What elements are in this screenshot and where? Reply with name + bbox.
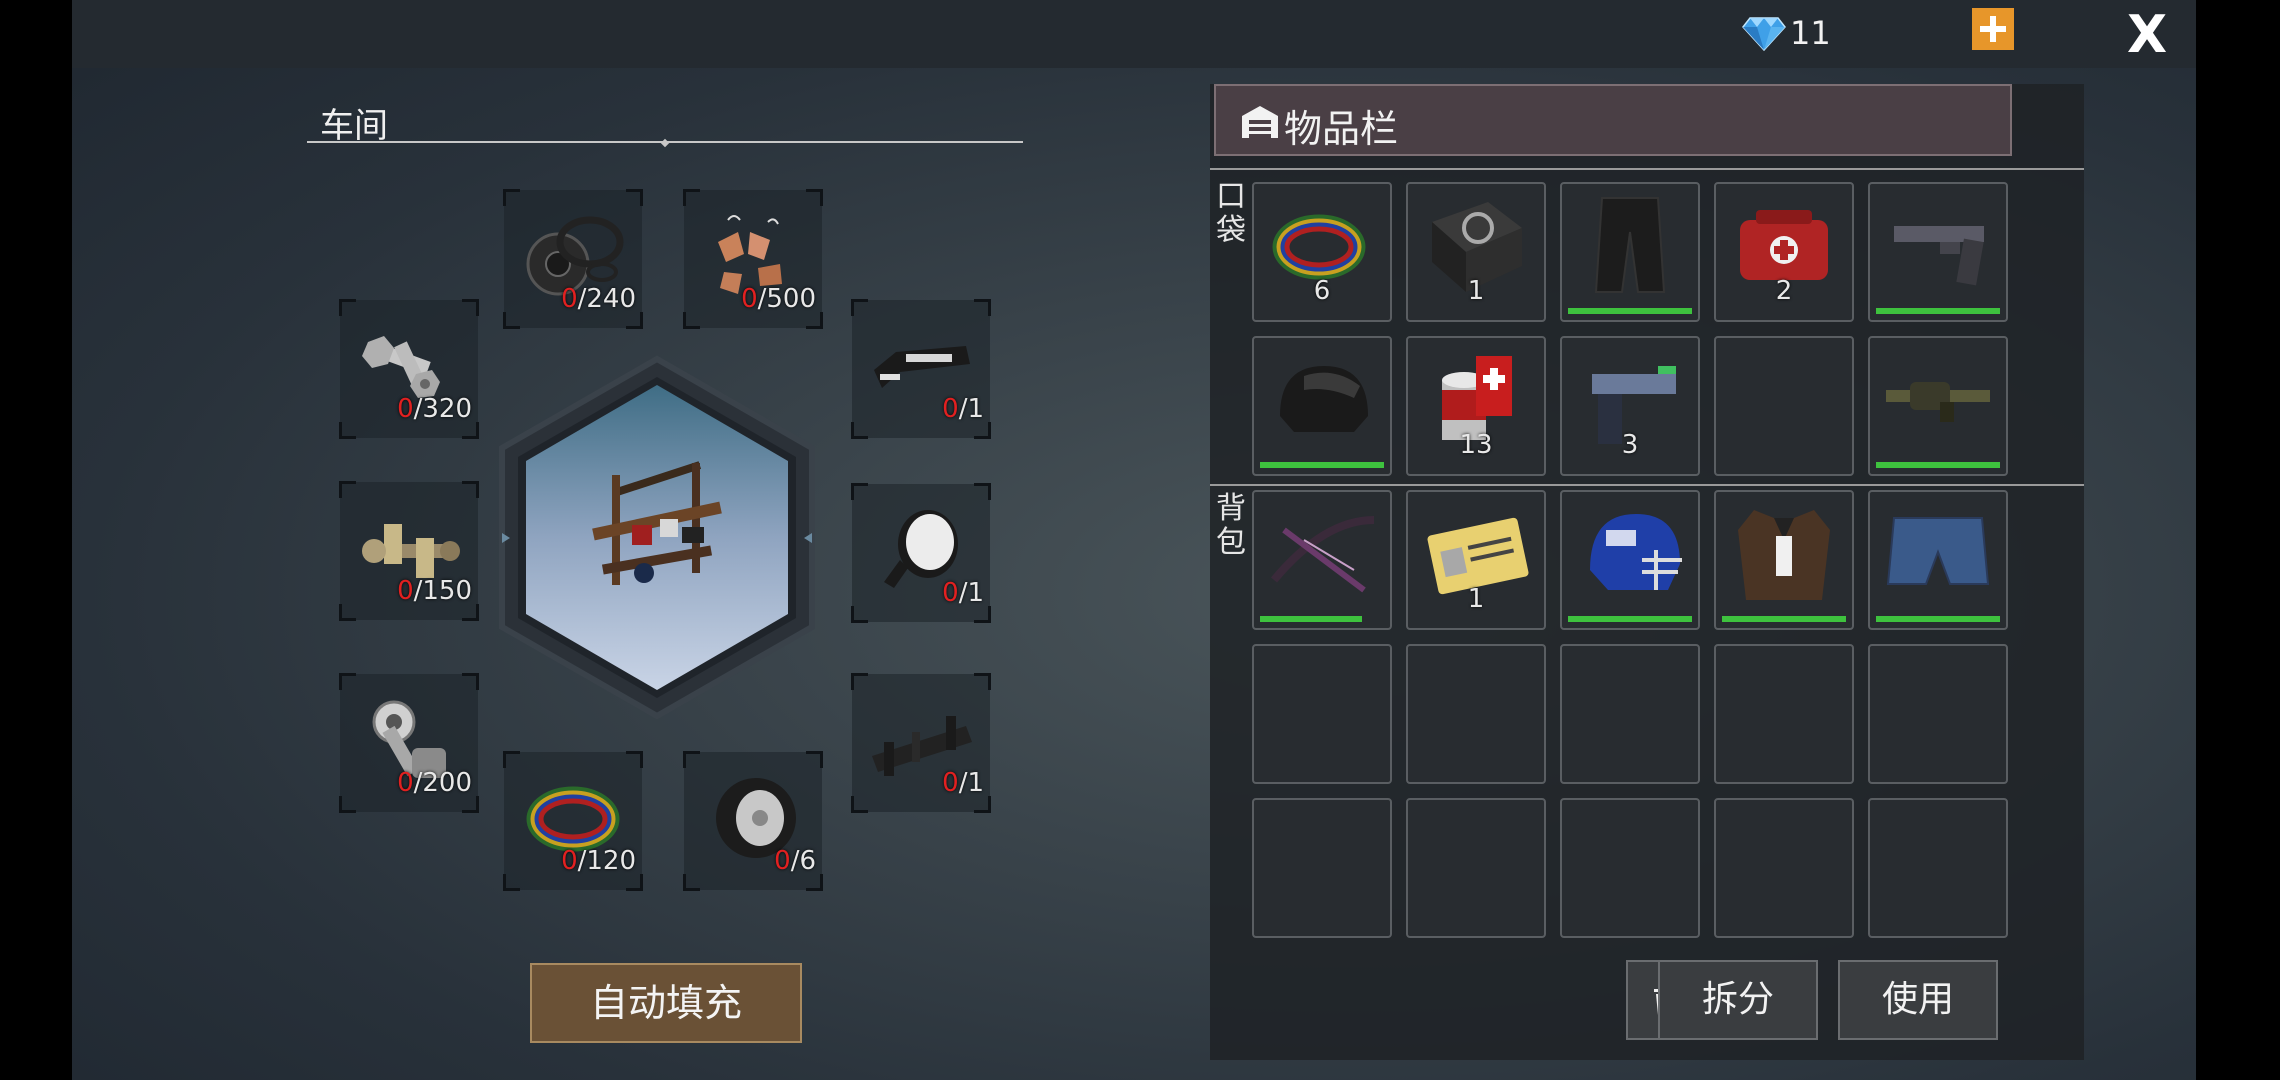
empty-slot[interactable] [1714,644,1854,784]
backpack-slot[interactable] [1868,490,2008,630]
gem-counter: 11 [1742,14,1831,52]
durability-bar [1260,462,1384,468]
material-count: 0/150 [397,576,472,606]
empty-slot[interactable] [1252,644,1392,784]
material-count: 0/240 [561,284,636,314]
workbench-icon [592,461,722,585]
pocket-slot[interactable]: 3 [1560,336,1700,476]
black-pants-icon [1594,197,1666,293]
item-quantity: 1 [1467,584,1485,614]
material-slot-tire[interactable]: 0/6 [683,751,823,891]
backpack-slot[interactable] [1252,490,1392,630]
pocket-slot[interactable]: 1 [1406,182,1546,322]
item-quantity: 2 [1775,276,1793,306]
durability-bar [1260,616,1362,622]
material-count: 0/320 [397,394,472,424]
backpack-slot[interactable]: 1 [1406,490,1546,630]
warehouse-icon [1242,106,1278,138]
material-count: 0/120 [561,846,636,876]
item-quantity: 3 [1621,430,1639,460]
crossbow-icon [1270,516,1375,593]
durability-bar [1876,616,2000,622]
empty-slot[interactable] [1252,798,1392,938]
empty-slot[interactable] [1868,644,2008,784]
item-quantity: 1 [1467,276,1485,306]
add-gems-button[interactable] [1972,8,2014,50]
split-button[interactable]: 拆分 [1658,960,1818,1040]
grenade-launcher-icon [1886,382,1990,422]
durability-bar [1876,462,2000,468]
item-quantity: 6 [1313,276,1331,306]
diamond-icon [1742,17,1786,52]
material-slot-gasket[interactable]: 0/240 [503,189,643,329]
empty-slot[interactable] [1406,644,1546,784]
empty-slot[interactable] [1560,644,1700,784]
backpack-slot[interactable] [1560,490,1700,630]
game-screen: 11 X 车间 自动填充 物品栏 口袋 背包 0/240 0/500 0/320… [72,0,2196,1080]
motorcycle-helmet-icon [1280,366,1368,432]
material-count: 0/1 [942,768,984,798]
material-count: 0/200 [397,768,472,798]
material-slot-bolts[interactable]: 0/320 [339,299,479,439]
empty-slot[interactable] [1714,798,1854,938]
material-slot-crankshaft[interactable]: 0/150 [339,481,479,621]
backpack-label: 背包 [1216,491,1246,560]
pocket-divider [1210,168,2084,170]
close-button[interactable]: X [2122,9,2172,61]
durability-bar [1722,616,1846,622]
material-slot-copper-scrap[interactable]: 0/500 [683,189,823,329]
top-bar [72,0,2196,68]
material-slot-piston[interactable]: 0/200 [339,673,479,813]
durability-bar [1568,308,1692,314]
pocket-slot[interactable] [1714,336,1854,476]
pocket-slot[interactable]: 13 [1406,336,1546,476]
backpack-slot[interactable] [1714,490,1854,630]
auto-fill-button[interactable]: 自动填充 [530,963,802,1043]
use-button[interactable]: 使用 [1838,960,1998,1040]
backpack-divider [1210,484,2084,486]
denim-shorts-icon [1886,517,1990,585]
pocket-label: 口袋 [1216,179,1246,248]
material-slot-wires[interactable]: 0/120 [503,751,643,891]
material-count: 0/6 [774,846,816,876]
inventory-header: 物品栏 [1214,84,2012,156]
material-count: 0/1 [942,394,984,424]
material-slot-bumper[interactable]: 0/1 [851,299,991,439]
gem-count: 11 [1790,14,1831,52]
empty-slot[interactable] [1406,798,1546,938]
pocket-slot[interactable] [1252,336,1392,476]
pocket-slot[interactable] [1560,182,1700,322]
durability-bar [1876,308,2000,314]
leather-vest-icon [1738,510,1830,600]
pocket-slot[interactable]: 2 [1714,182,1854,322]
pocket-slot[interactable] [1868,336,2008,476]
football-helmet-icon [1590,514,1682,590]
material-count: 0/1 [942,578,984,608]
durability-bar [1568,616,1692,622]
item-quantity: 13 [1459,430,1493,460]
material-count: 0/500 [741,284,816,314]
inventory-title: 物品栏 [1284,107,1399,151]
empty-slot[interactable] [1868,798,2008,938]
empty-slot[interactable] [1560,798,1700,938]
workshop-title: 车间 [320,106,388,146]
pocket-slot[interactable]: 6 [1252,182,1392,322]
pistol-icon [1894,226,1984,286]
pocket-slot[interactable] [1868,182,2008,322]
material-slot-chassis[interactable]: 0/1 [851,673,991,813]
material-slot-side-mirror[interactable]: 0/1 [851,483,991,623]
